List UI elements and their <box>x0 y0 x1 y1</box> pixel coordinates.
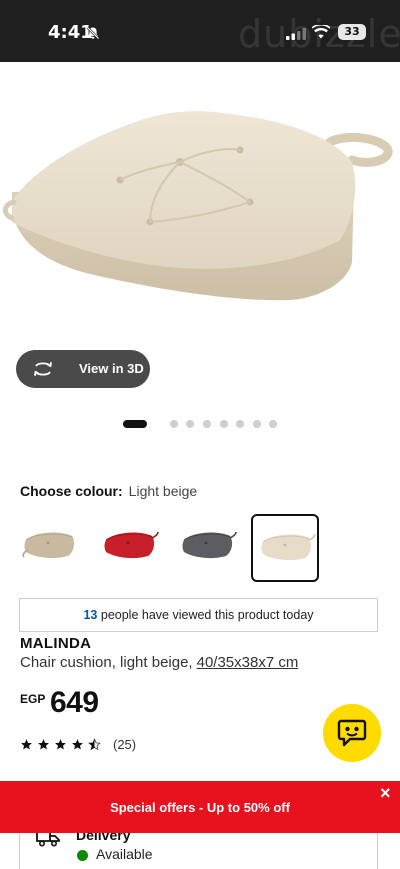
viewed-count: 13 <box>83 608 98 622</box>
swatch-cushion-image <box>182 531 237 559</box>
choose-colour-heading: Choose colour: <box>20 483 123 499</box>
carousel-dot[interactable] <box>186 420 194 428</box>
colour-swatch-red[interactable] <box>96 514 164 582</box>
carousel-dot[interactable] <box>269 420 277 428</box>
carousel-dot[interactable] <box>203 420 211 428</box>
truck-icon <box>36 833 60 847</box>
carousel-dot[interactable] <box>170 420 178 428</box>
product-name: MALINDA <box>20 635 92 652</box>
delivery-title: Delivery <box>76 833 131 843</box>
star-full-icon <box>72 739 83 750</box>
chat-bot-icon <box>337 719 367 747</box>
star-full-icon <box>38 739 49 750</box>
status-bar: 4:41 dubizzle 33 <box>0 0 400 62</box>
cellular-signal-icon <box>286 28 306 40</box>
swatch-cushion-image <box>261 533 316 561</box>
carousel-dot[interactable] <box>123 420 147 428</box>
carousel-pagination <box>123 420 283 430</box>
cushion-illustration <box>3 111 393 301</box>
wifi-icon <box>312 25 330 39</box>
price-currency: EGP <box>20 692 46 706</box>
view-in-3d-label: View in 3D <box>79 361 144 376</box>
colour-swatch-beige[interactable] <box>16 514 84 582</box>
colour-swatch-dark-grey[interactable] <box>174 514 242 582</box>
product-dimensions-link[interactable]: 40/35x38x7 cm <box>197 654 299 671</box>
product-type: Chair cushion, light beige, <box>20 654 193 671</box>
star-full-icon <box>55 739 66 750</box>
swatch-cushion-image <box>22 532 75 559</box>
star-half-icon <box>88 738 101 751</box>
carousel-dot[interactable] <box>253 420 261 428</box>
battery-indicator: 33 <box>338 24 366 40</box>
viewed-text: people have viewed this product today <box>100 608 314 622</box>
close-icon[interactable]: × <box>380 783 391 804</box>
colour-chooser-label: Choose colour: Light beige <box>20 483 197 499</box>
product-description: Chair cushion, light beige, 40/35x38x7 cm <box>20 654 298 671</box>
special-offers-text: Special offers - Up to 50% off <box>110 800 290 815</box>
swatch-cushion-image <box>104 531 159 559</box>
available-status-dot <box>77 850 88 861</box>
view-in-3d-button[interactable]: View in 3D <box>16 350 150 388</box>
selected-colour-name: Light beige <box>128 483 198 499</box>
viewed-today-notice: 13 people have viewed this product today <box>19 598 378 632</box>
product-image[interactable] <box>0 62 400 362</box>
review-count[interactable]: (25) <box>113 737 136 752</box>
rotate-3d-icon <box>34 362 52 376</box>
star-full-icon <box>21 739 32 750</box>
special-offers-banner[interactable]: Special offers - Up to 50% off × <box>0 781 400 833</box>
carousel-dot[interactable] <box>220 420 228 428</box>
bell-muted-icon <box>86 26 100 40</box>
delivery-card: Delivery Available <box>19 833 378 869</box>
delivery-availability: Available <box>96 846 153 862</box>
price-amount: 649 <box>50 686 99 719</box>
chat-assistant-button[interactable] <box>323 704 381 762</box>
carousel-dot[interactable] <box>236 420 244 428</box>
colour-swatch-light-beige-selected[interactable] <box>251 514 319 582</box>
